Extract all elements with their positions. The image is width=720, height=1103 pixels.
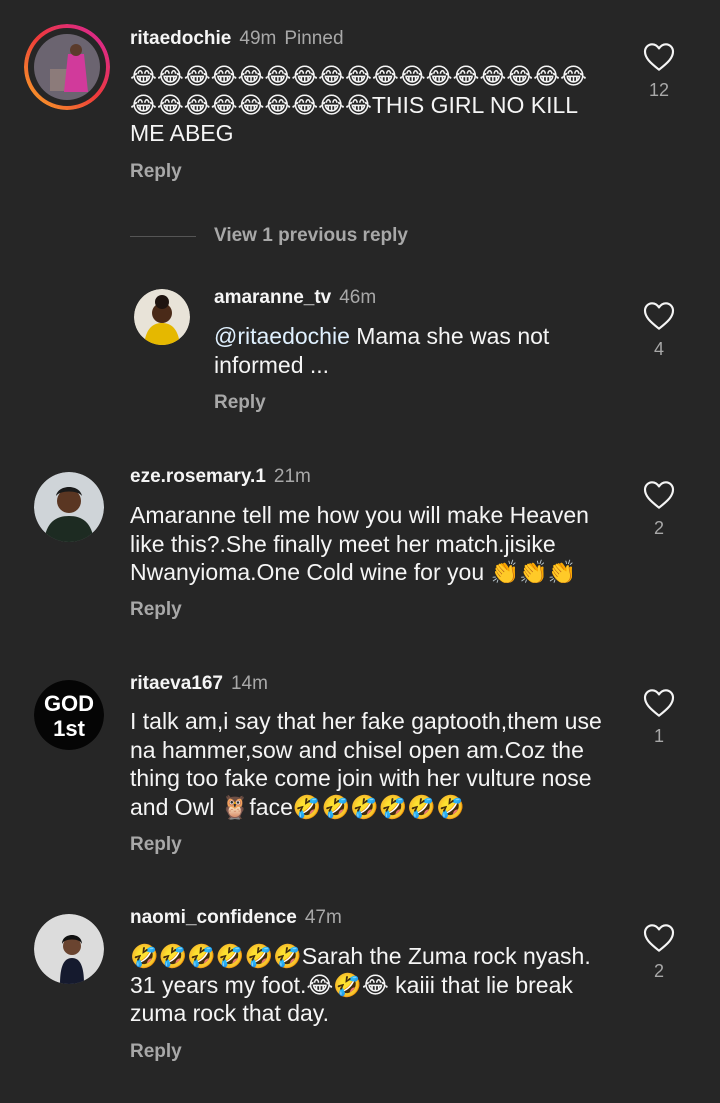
like-button[interactable]: 2 [634, 923, 684, 982]
pinned-label: Pinned [284, 28, 344, 49]
view-previous-replies[interactable]: View 1 previous reply [130, 222, 408, 250]
heart-outline-icon [643, 689, 675, 717]
avatar[interactable] [34, 472, 104, 542]
like-button[interactable]: 12 [634, 42, 684, 101]
username[interactable]: ritaedochie [130, 28, 231, 49]
comment-time: 49m [239, 28, 277, 49]
username[interactable]: ritaeva167 [130, 673, 223, 694]
comment-time: 14m [230, 673, 268, 694]
comment-text: Amaranne tell me how you will make Heave… [130, 502, 589, 585]
comment-time: 47m [304, 907, 342, 928]
heart-outline-icon [643, 924, 675, 952]
like-count: 1 [653, 726, 664, 746]
heart-outline-icon [643, 481, 675, 509]
comment-text: I talk am,i say that her fake gaptooth,t… [130, 708, 602, 820]
reply-button[interactable]: Reply [130, 1041, 182, 1063]
like-count: 4 [653, 339, 664, 359]
like-count: 12 [648, 80, 670, 100]
view-previous-label: View 1 previous reply [214, 225, 408, 246]
like-button[interactable]: 4 [634, 301, 684, 360]
username[interactable]: amaranne_tv [214, 287, 331, 308]
reply-button[interactable]: Reply [130, 599, 182, 621]
heart-outline-icon [643, 302, 675, 330]
reply-button[interactable]: Reply [130, 834, 182, 856]
reply-button[interactable]: Reply [214, 392, 266, 414]
comment-time: 46m [339, 287, 377, 308]
divider-line [130, 235, 196, 237]
avatar-story-ring[interactable] [24, 24, 110, 110]
like-button[interactable]: 2 [634, 480, 684, 539]
avatar-text-1st: 1st [53, 716, 85, 741]
comment-text: 🤣🤣🤣🤣🤣🤣Sarah the Zuma rock nyash. 31 year… [130, 943, 591, 1026]
avatar[interactable]: GOD 1st [34, 680, 104, 750]
mention-link[interactable]: @ritaedochie [214, 323, 350, 349]
like-count: 2 [653, 518, 664, 538]
heart-outline-icon [643, 43, 675, 71]
like-count: 2 [653, 961, 664, 981]
username[interactable]: eze.rosemary.1 [130, 466, 266, 487]
comment-time: 21m [273, 466, 311, 487]
like-button[interactable]: 1 [634, 688, 684, 747]
username[interactable]: naomi_confidence [130, 907, 297, 928]
comment-text: 😂😂😂😂😂😂😂😂😂😂😂😂😂😂😂😂😂😂😂😂😂😂😂😂😂😂THIS GIRL NO K… [130, 63, 587, 146]
avatar[interactable] [134, 289, 190, 345]
avatar[interactable] [34, 914, 104, 984]
avatar-text-god: GOD [44, 691, 94, 716]
comment-text: @ritaedochie Mama she was not informed .… [214, 322, 594, 379]
reply-button[interactable]: Reply [130, 161, 182, 183]
